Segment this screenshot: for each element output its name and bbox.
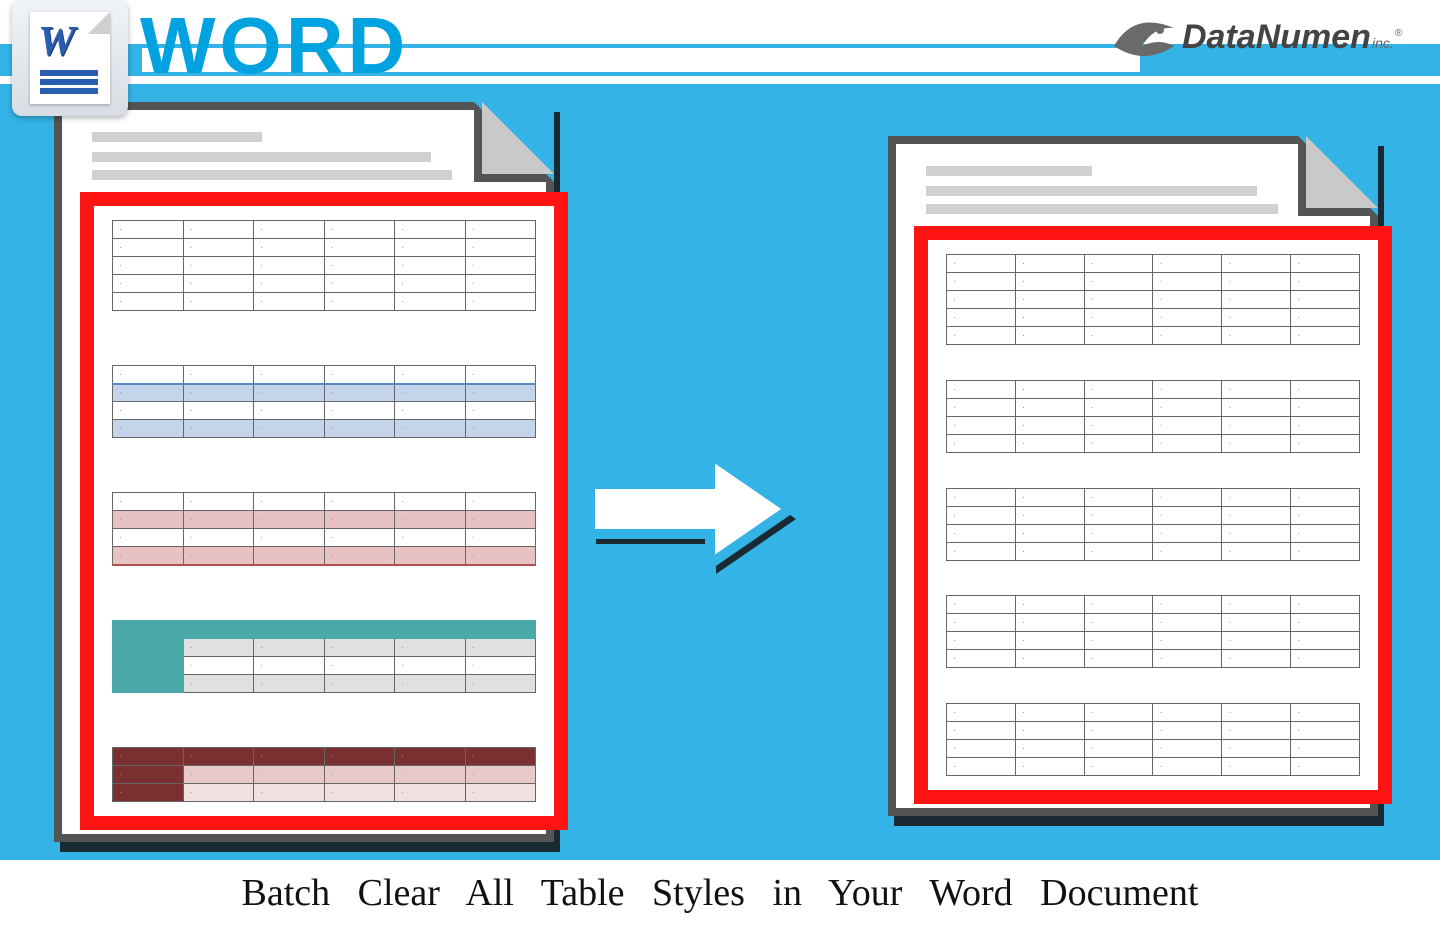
- mini-table: [112, 620, 536, 693]
- svg-text:®: ®: [1395, 28, 1403, 39]
- word-app-icon: W: [12, 0, 128, 116]
- brand-main-text: DataNumen: [1182, 18, 1371, 56]
- mini-table: [112, 220, 536, 311]
- header: W WORD DataNumen inc. ®: [0, 0, 1440, 84]
- datanumen-logo: DataNumen inc. ®: [1104, 6, 1424, 76]
- result-document: [888, 136, 1378, 816]
- mini-table: [112, 365, 536, 438]
- caption-text: Batch Clear All Table Styles in Your Wor…: [0, 860, 1440, 926]
- mini-table: [946, 254, 1360, 345]
- word-icon-page: W: [30, 12, 110, 104]
- mini-table: [946, 380, 1360, 453]
- mini-table: [946, 595, 1360, 668]
- source-document: [54, 102, 554, 842]
- mini-table: [112, 492, 536, 566]
- mini-table: [946, 703, 1360, 776]
- word-icon-letter: W: [38, 18, 75, 66]
- highlight-frame-right: [914, 226, 1392, 804]
- mini-table: [112, 747, 536, 802]
- word-title: WORD: [140, 0, 409, 92]
- main-area: [0, 84, 1440, 860]
- mini-table: [946, 488, 1360, 561]
- plain-tables-container: [946, 254, 1360, 776]
- arrow-icon: [590, 454, 810, 594]
- brand-suffix-text: inc.: [1372, 35, 1394, 51]
- highlight-frame-left: [80, 192, 568, 830]
- word-icon-lines: [40, 67, 98, 94]
- swoosh-icon: [1114, 22, 1174, 56]
- styled-tables-container: [112, 220, 536, 802]
